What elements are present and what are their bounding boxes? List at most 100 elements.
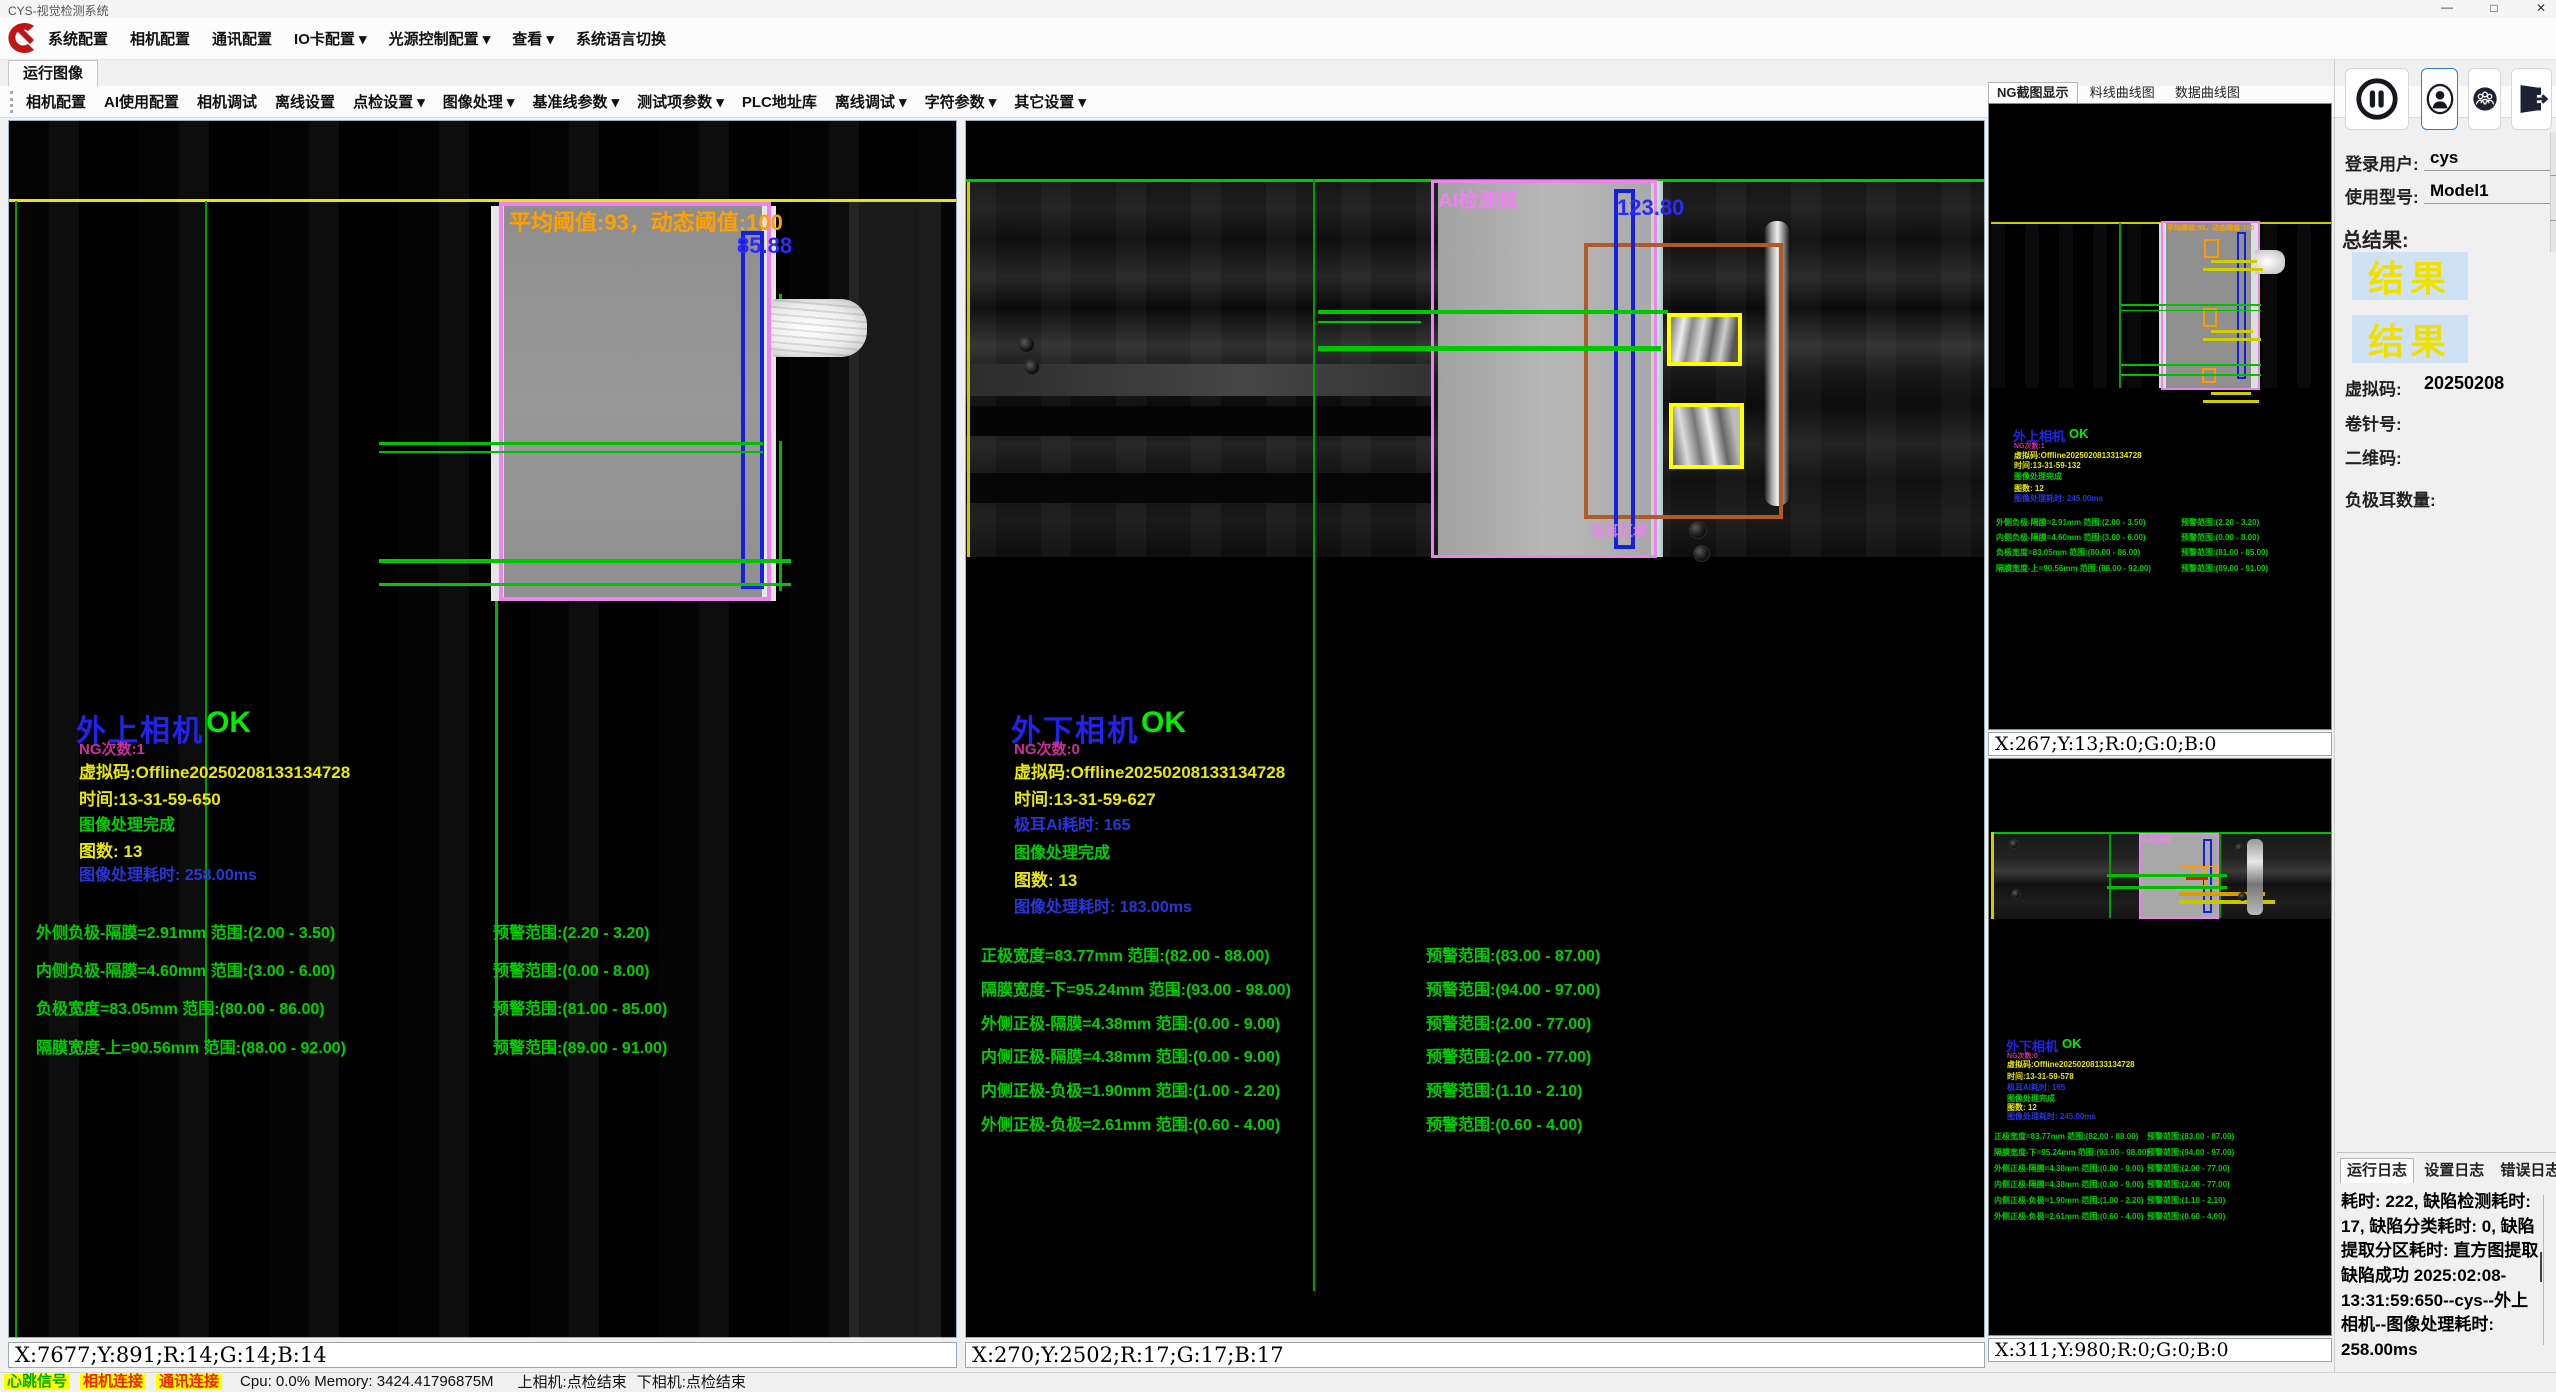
log-panel-divider [2337, 1152, 2556, 1153]
machine-dark-gap1 [966, 406, 1431, 436]
mini-annotation [2203, 268, 2263, 271]
maximize-button[interactable]: □ [2480, 1, 2508, 15]
overlay-yellow-edge [967, 179, 970, 557]
tool-baseline-params[interactable]: 基准线参数 ▾ [532, 91, 619, 112]
tool-offline-setting[interactable]: 离线设置 [275, 91, 335, 112]
login-user-button[interactable] [2421, 68, 2458, 130]
mini-yellow-edge [1991, 832, 1994, 919]
virtual-code-field-value: 20250208 [2424, 373, 2504, 394]
tool-offline-debug[interactable]: 离线调试 ▾ [835, 91, 907, 112]
camera-connect-badge: 相机连接 [80, 1374, 146, 1390]
tool-camera-debug[interactable]: 相机调试 [197, 91, 257, 112]
tool-other-settings[interactable]: 其它设置 ▾ [1014, 91, 1086, 112]
mini-measure: 预警范围:(2.00 - 77.00) [2147, 1179, 2230, 1190]
mini-ok-label: OK [2069, 426, 2089, 441]
measure-warn: 预警范围:(0.00 - 8.00) [493, 957, 650, 981]
login-user-value[interactable]: cys [2430, 148, 2458, 168]
mini-ai-label: AI检测框 [2143, 835, 2203, 845]
left-camera-viewport[interactable]: 平均阈值:93，动态阈值:100 85.88 外上相机 OK NG次数:1 虚拟… [8, 120, 957, 1338]
tab-detect-rect-1 [1667, 313, 1742, 366]
user-icon [2425, 75, 2455, 123]
mini-bolt [2238, 892, 2247, 901]
close-button[interactable]: ✕ [2526, 1, 2556, 15]
tool-ai-use-config[interactable]: AI使用配置 [104, 91, 179, 112]
tab-data-curve[interactable]: 数据曲线图 [2167, 83, 2248, 103]
bottom-camera-status: 下相机:点检结束 [637, 1371, 746, 1392]
mini-measure: 隔膜宽度-下=95.24mm 范围:(93.00 - 98.00) [1994, 1147, 2149, 1158]
bottom-coord-readout: X:270;Y:2502;R:17;G:17;B:17 [965, 1342, 1985, 1368]
measure-row: 外侧正极-隔膜=4.38mm 范围:(0.00 - 9.00) [981, 1010, 1280, 1034]
result-box-top: 结果 [2352, 252, 2468, 300]
tool-camera-config[interactable]: 相机配置 [26, 91, 86, 112]
menu-language-switch[interactable]: 系统语言切换 [576, 28, 666, 49]
mini-annotation [2203, 400, 2259, 403]
reel-number-label: 卷针号: [2345, 410, 2402, 435]
pause-button[interactable] [2345, 68, 2409, 130]
login-user-underline [2424, 170, 2552, 171]
mini-measure: 预警范围:(94.00 - 97.00) [2147, 1147, 2234, 1158]
measure-row: 内侧正极-隔膜=4.38mm 范围:(0.00 - 9.00) [981, 1043, 1280, 1067]
mini-ok-label: OK [2062, 1036, 2082, 1051]
tool-spot-check[interactable]: 点检设置 ▾ [353, 91, 425, 112]
mini-green-hline [2121, 304, 2261, 306]
tab-run-log[interactable]: 运行日志 [2340, 1158, 2414, 1183]
measure-warn: 预警范围:(2.20 - 3.20) [493, 919, 650, 943]
image-light-band [849, 199, 941, 1339]
mini-time-label: 时间:13-31-59-132 [2014, 460, 2081, 471]
menu-comm-config[interactable]: 通讯配置 [212, 28, 272, 49]
app-logo-icon [4, 20, 44, 58]
tool-test-item-params[interactable]: 测试项参数 ▾ [637, 91, 724, 112]
measure-row: 正极宽度=83.77mm 范围:(82.00 - 88.00) [981, 942, 1270, 966]
mini-bright-metal [2247, 839, 2263, 915]
menu-system-config[interactable]: 系统配置 [48, 28, 108, 49]
mini-measure: 内侧正极-隔膜=4.38mm 范围:(0.00 - 9.00) [1994, 1179, 2144, 1190]
bolt-feature [1693, 545, 1710, 562]
minimize-button[interactable]: — [2432, 0, 2462, 14]
menu-view[interactable]: 查看 ▾ [512, 28, 554, 49]
tool-char-params[interactable]: 字符参数 ▾ [925, 91, 997, 112]
overlay-green-hline3 [379, 559, 791, 563]
tab-ng-screenshot[interactable]: NG截图显示 [1988, 82, 2078, 103]
heartbeat-badge: 心跳信号 [4, 1374, 70, 1390]
status-bar: 心跳信号 相机连接 通讯连接 Cpu: 0.0% Memory: 3424.41… [0, 1372, 2556, 1390]
user-group-button[interactable] [2468, 68, 2501, 130]
measure-row: 外侧负极-隔膜=2.91mm 范围:(2.00 - 3.50) [36, 919, 335, 943]
tab-line-curve[interactable]: 料线曲线图 [2082, 83, 2163, 103]
mini-measure: 外侧正极-负极=2.61mm 范围:(0.60 - 4.00) [1994, 1211, 2144, 1222]
tab-error-log[interactable]: 错误日志 [2494, 1159, 2556, 1183]
mini-elapsed-label: 图像处理耗时: 245.00ms [2007, 1111, 2096, 1122]
overlay-green-hline1 [1318, 310, 1668, 314]
menu-bar: 系统配置 相机配置 通讯配置 IO卡配置 ▾ 光源控制配置 ▾ 查看 ▾ 系统语… [0, 18, 2556, 60]
comm-connect-badge: 通讯连接 [156, 1374, 222, 1390]
exit-button[interactable] [2511, 68, 2552, 130]
tab-area-label: 极耳区域 [1591, 521, 1647, 541]
measure-warn: 预警范围:(83.00 - 87.00) [1426, 942, 1600, 966]
tool-plc-address[interactable]: PLC地址库 [742, 91, 817, 112]
virtual-code-label: 虚拟码:Offline20250208133134728 [79, 758, 350, 783]
tool-image-process[interactable]: 图像处理 ▾ [443, 91, 515, 112]
model-underline [2424, 203, 2552, 204]
bottom-camera-viewport[interactable]: AI检测框 123.80 极耳区域 外下相机 OK NG次数:0 虚拟码:Off… [965, 120, 1985, 1338]
menu-light-control-config[interactable]: 光源控制配置 ▾ [389, 28, 491, 49]
overlay-green-vseg-right2 [779, 441, 782, 591]
ng-thumbnail-bottom[interactable]: AI检测框 外下相机 OK NG次数:0 虚拟码:Offline20250208… [1988, 758, 2332, 1336]
title-bar: CYS-视觉检测系统 — □ ✕ [0, 0, 2556, 18]
tab-setting-log[interactable]: 设置日志 [2418, 1159, 2490, 1183]
mini-done-label: 图像处理完成 [2014, 471, 2062, 482]
login-user-label: 登录用户: [2345, 150, 2419, 175]
mini-bolt [2011, 889, 2021, 899]
width-value-label: 85.88 [737, 233, 792, 259]
log-content[interactable]: 耗时: 222, 缺陷检测耗时: 17, 缺陷分类耗时: 0, 缺陷提取分区耗时… [2341, 1190, 2539, 1360]
model-value[interactable]: Model1 [2430, 181, 2489, 201]
log-scrollbar[interactable] [2543, 1195, 2544, 1345]
mini-green-hline [2107, 874, 2227, 877]
menu-camera-config[interactable]: 相机配置 [130, 28, 190, 49]
measure-warn: 预警范围:(0.60 - 4.00) [1426, 1111, 1583, 1135]
tab-run-image[interactable]: 运行图像 [8, 60, 98, 86]
ng-thumbnail-top[interactable]: 平均阈值:93，动态阈值:100 外上相机 OK NG次数:1 虚拟码:Offl… [1988, 103, 2332, 730]
toolbar-grip[interactable] [10, 91, 16, 113]
menu-io-card-config[interactable]: IO卡配置 ▾ [294, 28, 367, 49]
ng-coord-readout-2: X:311;Y:980;R:0;G:0;B:0 [1988, 1338, 2332, 1362]
ai-detect-rect [499, 202, 771, 601]
mini-measure: 预警范围:(0.00 - 8.00) [2181, 532, 2259, 543]
